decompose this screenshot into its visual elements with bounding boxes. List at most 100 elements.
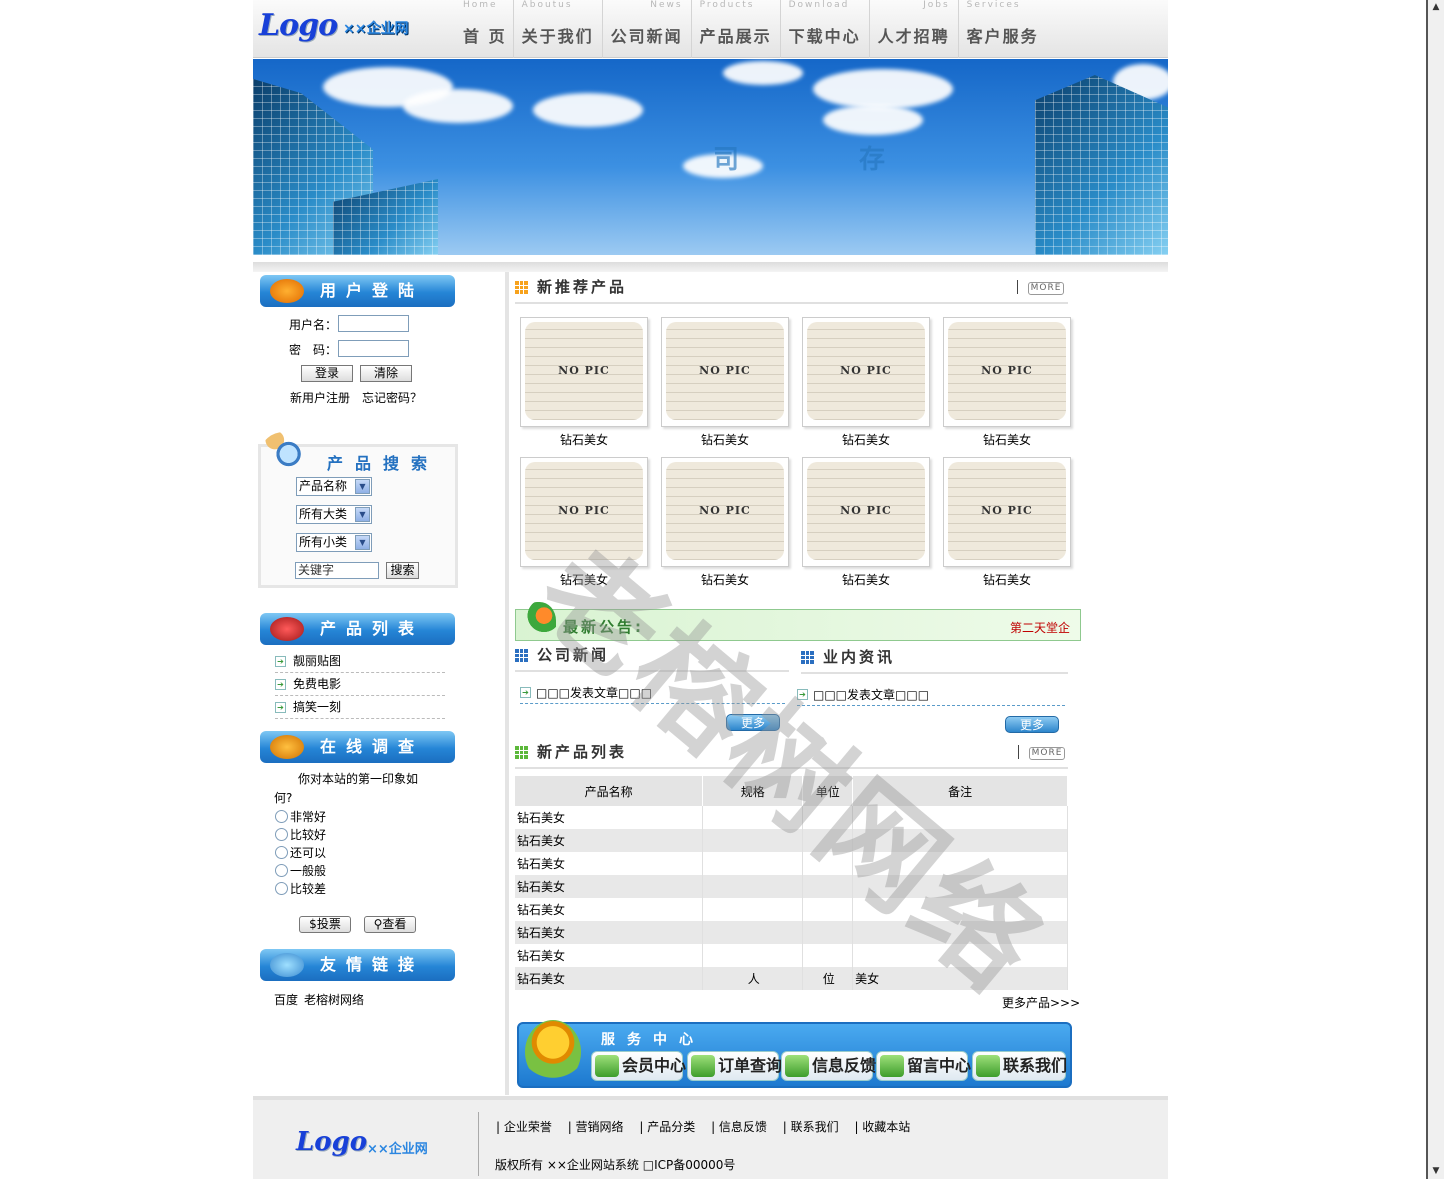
subcategory-select[interactable]: 所有小类 ▼: [296, 533, 372, 552]
search-field-select[interactable]: 产品名称 ▼: [296, 477, 372, 496]
footer-link-network[interactable]: | 营销网络: [568, 1120, 624, 1134]
grid-icon: [515, 746, 528, 759]
footer-link-feedback[interactable]: | 信息反馈: [711, 1120, 767, 1134]
more-products-link[interactable]: 更多产品>>>: [1002, 994, 1080, 1011]
scroll-down-icon[interactable]: ▼: [1431, 1166, 1441, 1176]
product-image: NO PIC: [943, 457, 1071, 567]
survey-option[interactable]: 比较差: [275, 880, 326, 898]
nav-home[interactable]: Home 首 页: [431, 0, 514, 58]
register-link[interactable]: 新用户注册: [290, 389, 350, 406]
new-products-more-button[interactable]: MORE: [1029, 747, 1065, 760]
nav-aboutus[interactable]: Aboutus 关于我们: [514, 0, 603, 58]
table-row[interactable]: 钻石美女人位美女: [515, 967, 1068, 990]
username-input[interactable]: [338, 315, 409, 332]
footer-link-bookmark[interactable]: | 收藏本站: [854, 1120, 910, 1134]
clear-button[interactable]: 清除: [360, 365, 412, 382]
table-cell: 美女: [852, 967, 1068, 990]
login-button[interactable]: 登录: [301, 365, 353, 382]
duck-mascot-icon: [525, 1020, 581, 1084]
survey-option-label: 比较差: [290, 882, 327, 896]
table-cell: [802, 898, 854, 921]
list-item[interactable]: ➔ 靓丽贴图: [275, 650, 445, 673]
table-row[interactable]: 钻石美女: [515, 944, 1068, 967]
footer-link-honors[interactable]: | 企业荣誉: [496, 1120, 552, 1134]
table-row[interactable]: 钻石美女: [515, 806, 1068, 829]
list-item[interactable]: ➔ 免费电影: [275, 673, 445, 696]
radio-button[interactable]: [275, 882, 288, 895]
feedback-button[interactable]: 信息反馈: [781, 1051, 876, 1081]
product-name: 钻石美女: [982, 573, 1031, 587]
footer-link-contact[interactable]: | 联系我们: [783, 1120, 839, 1134]
product-card[interactable]: NO PIC 钻石美女: [518, 457, 650, 587]
survey-option[interactable]: 还可以: [275, 844, 326, 862]
table-row[interactable]: 钻石美女: [515, 898, 1068, 921]
nav-news-label: 公司新闻: [610, 27, 683, 46]
product-name: 钻石美女: [559, 433, 608, 447]
product-card[interactable]: NO PIC 钻石美女: [800, 317, 932, 447]
table-cell: [702, 944, 804, 967]
radio-button[interactable]: [275, 864, 288, 877]
survey-option-label: 还可以: [290, 846, 327, 860]
footer-link-categories[interactable]: | 产品分类: [639, 1120, 695, 1134]
product-card[interactable]: NO PIC 钻石美女: [800, 457, 932, 587]
survey-option[interactable]: 一般般: [275, 862, 326, 880]
nav-jobs[interactable]: Jobs 人才招聘: [870, 0, 959, 58]
search-button[interactable]: 搜索: [386, 562, 419, 579]
survey-option[interactable]: 非常好: [275, 808, 326, 826]
nav-products[interactable]: Products 产品展示: [692, 0, 781, 58]
product-card[interactable]: NO PIC 钻石美女: [659, 457, 791, 587]
radio-button[interactable]: [275, 828, 288, 841]
contact-us-button[interactable]: 联系我们: [972, 1051, 1067, 1081]
contact-icon: [976, 1055, 1000, 1077]
survey-option[interactable]: 比较好: [275, 826, 326, 844]
arrow-right-icon: ➔: [797, 689, 808, 700]
nav-news[interactable]: News 公司新闻: [603, 0, 692, 58]
table-row[interactable]: 钻石美女: [515, 829, 1068, 852]
friend-link-laorongshu[interactable]: 老榕树网络: [304, 991, 364, 1008]
friend-link-baidu[interactable]: 百度: [274, 991, 298, 1008]
chevron-down-icon: ▼: [355, 535, 370, 550]
site-logo[interactable]: Logo: [259, 8, 338, 43]
keyword-input[interactable]: 关键字: [295, 562, 379, 579]
order-query-button[interactable]: 订单查询: [687, 1051, 782, 1081]
grid-icon: [801, 651, 814, 664]
nav-download[interactable]: Download 下载中心: [781, 0, 870, 58]
industry-news-item[interactable]: ➔ □□□发表文章□□□: [797, 686, 1065, 706]
company-news-item[interactable]: ➔ □□□发表文章□□□: [520, 684, 785, 704]
product-card[interactable]: NO PIC 钻石美女: [518, 317, 650, 447]
product-card[interactable]: NO PIC 钻石美女: [659, 317, 791, 447]
message-center-button[interactable]: 留言中心: [876, 1051, 971, 1081]
radio-button[interactable]: [275, 810, 288, 823]
table-row[interactable]: 钻石美女: [515, 852, 1068, 875]
table-cell: [852, 852, 1068, 875]
product-card[interactable]: NO PIC 钻石美女: [941, 457, 1073, 587]
radio-button[interactable]: [275, 846, 288, 859]
users-icon: [270, 279, 304, 303]
view-results-button[interactable]: ⚲查看: [364, 916, 416, 933]
nav-services[interactable]: Services 客户服务: [959, 0, 1047, 58]
industry-news-more-button[interactable]: 更多>>>: [1005, 716, 1059, 749]
member-center-button[interactable]: 会员中心: [591, 1051, 686, 1081]
company-news-more-button[interactable]: 更多>>>: [726, 714, 780, 747]
vertical-scrollbar[interactable]: ▲ ▼: [1426, 0, 1444, 1179]
product-card[interactable]: NO PIC 钻石美女: [941, 317, 1073, 447]
vote-button[interactable]: $投票: [299, 916, 351, 933]
product-image: NO PIC: [520, 457, 648, 567]
list-item[interactable]: ➔ 搞笑一刻: [275, 696, 445, 719]
recommended-more-button[interactable]: MORE: [1028, 282, 1064, 295]
table-row[interactable]: 钻石美女: [515, 875, 1068, 898]
scroll-up-icon[interactable]: ▲: [1431, 2, 1441, 12]
table-cell: 钻石美女: [515, 829, 704, 852]
notice-bar: 最新公告: 第二天堂企: [515, 602, 1081, 641]
site-logo-subtitle: ××企业网: [343, 21, 409, 37]
table-cell: 钻石美女: [515, 806, 704, 829]
category-select[interactable]: 所有大类 ▼: [296, 505, 372, 524]
table-row[interactable]: 钻石美女: [515, 921, 1068, 944]
notice-text[interactable]: 第二天堂企: [1010, 619, 1070, 636]
recommended-title: 新推荐产品: [515, 272, 1068, 304]
forgot-password-link[interactable]: 忘记密码？: [362, 389, 422, 406]
company-news-item-text: □□□发表文章□□□: [536, 686, 653, 700]
table-cell: [802, 829, 854, 852]
password-input[interactable]: [338, 340, 409, 357]
chair-icon: [880, 1055, 904, 1077]
